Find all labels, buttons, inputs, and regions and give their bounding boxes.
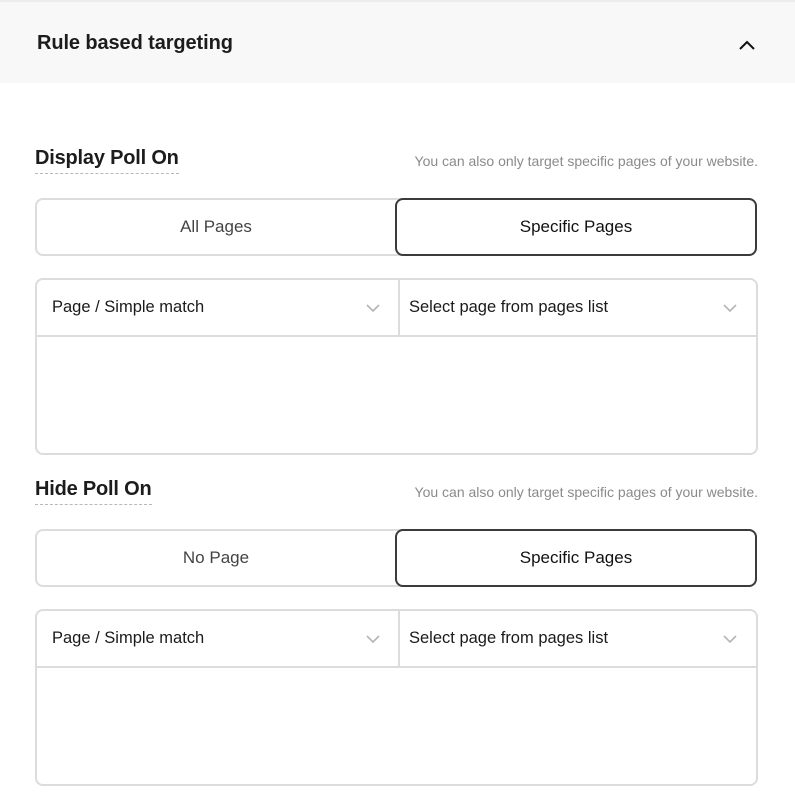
display-poll-on-title: Display Poll On	[35, 147, 179, 174]
hide-rule-list-area	[37, 668, 756, 784]
display-match-type-value: Page / Simple match	[52, 298, 205, 316]
no-page-option[interactable]: No Page	[35, 529, 397, 587]
hide-rule-box: Page / Simple match Select page from pag…	[35, 609, 758, 786]
display-rule-box: Page / Simple match Select page from pag…	[35, 278, 758, 455]
all-pages-option[interactable]: All Pages	[35, 198, 397, 256]
chevron-down-icon	[366, 304, 380, 313]
display-match-type-select[interactable]: Page / Simple match	[37, 280, 400, 335]
display-rule-list-area	[37, 337, 756, 453]
display-rule-row: Page / Simple match Select page from pag…	[37, 280, 756, 337]
panel-header[interactable]: Rule based targeting	[0, 2, 795, 83]
hide-specific-pages-option[interactable]: Specific Pages	[395, 529, 757, 587]
hide-poll-on-hint: You can also only target specific pages …	[414, 484, 758, 500]
hide-page-select-placeholder: Select page from pages list	[409, 629, 609, 647]
display-page-select[interactable]: Select page from pages list	[400, 280, 756, 335]
display-poll-on-toggle: All Pages Specific Pages	[35, 198, 757, 256]
hide-rule-row: Page / Simple match Select page from pag…	[37, 611, 756, 668]
chevron-up-icon	[739, 40, 755, 50]
display-specific-pages-option[interactable]: Specific Pages	[395, 198, 757, 256]
chevron-down-icon	[366, 635, 380, 644]
hide-match-type-select[interactable]: Page / Simple match	[37, 611, 400, 666]
chevron-down-icon	[723, 635, 737, 644]
chevron-down-icon	[723, 304, 737, 313]
hide-page-select[interactable]: Select page from pages list	[400, 611, 756, 666]
panel-title: Rule based targeting	[37, 32, 233, 54]
hide-match-type-value: Page / Simple match	[52, 629, 205, 647]
display-poll-on-hint: You can also only target specific pages …	[414, 153, 758, 169]
hide-poll-on-title: Hide Poll On	[35, 478, 152, 505]
display-page-select-placeholder: Select page from pages list	[409, 298, 609, 316]
collapse-button[interactable]	[734, 32, 760, 58]
hide-poll-on-toggle: No Page Specific Pages	[35, 529, 757, 587]
